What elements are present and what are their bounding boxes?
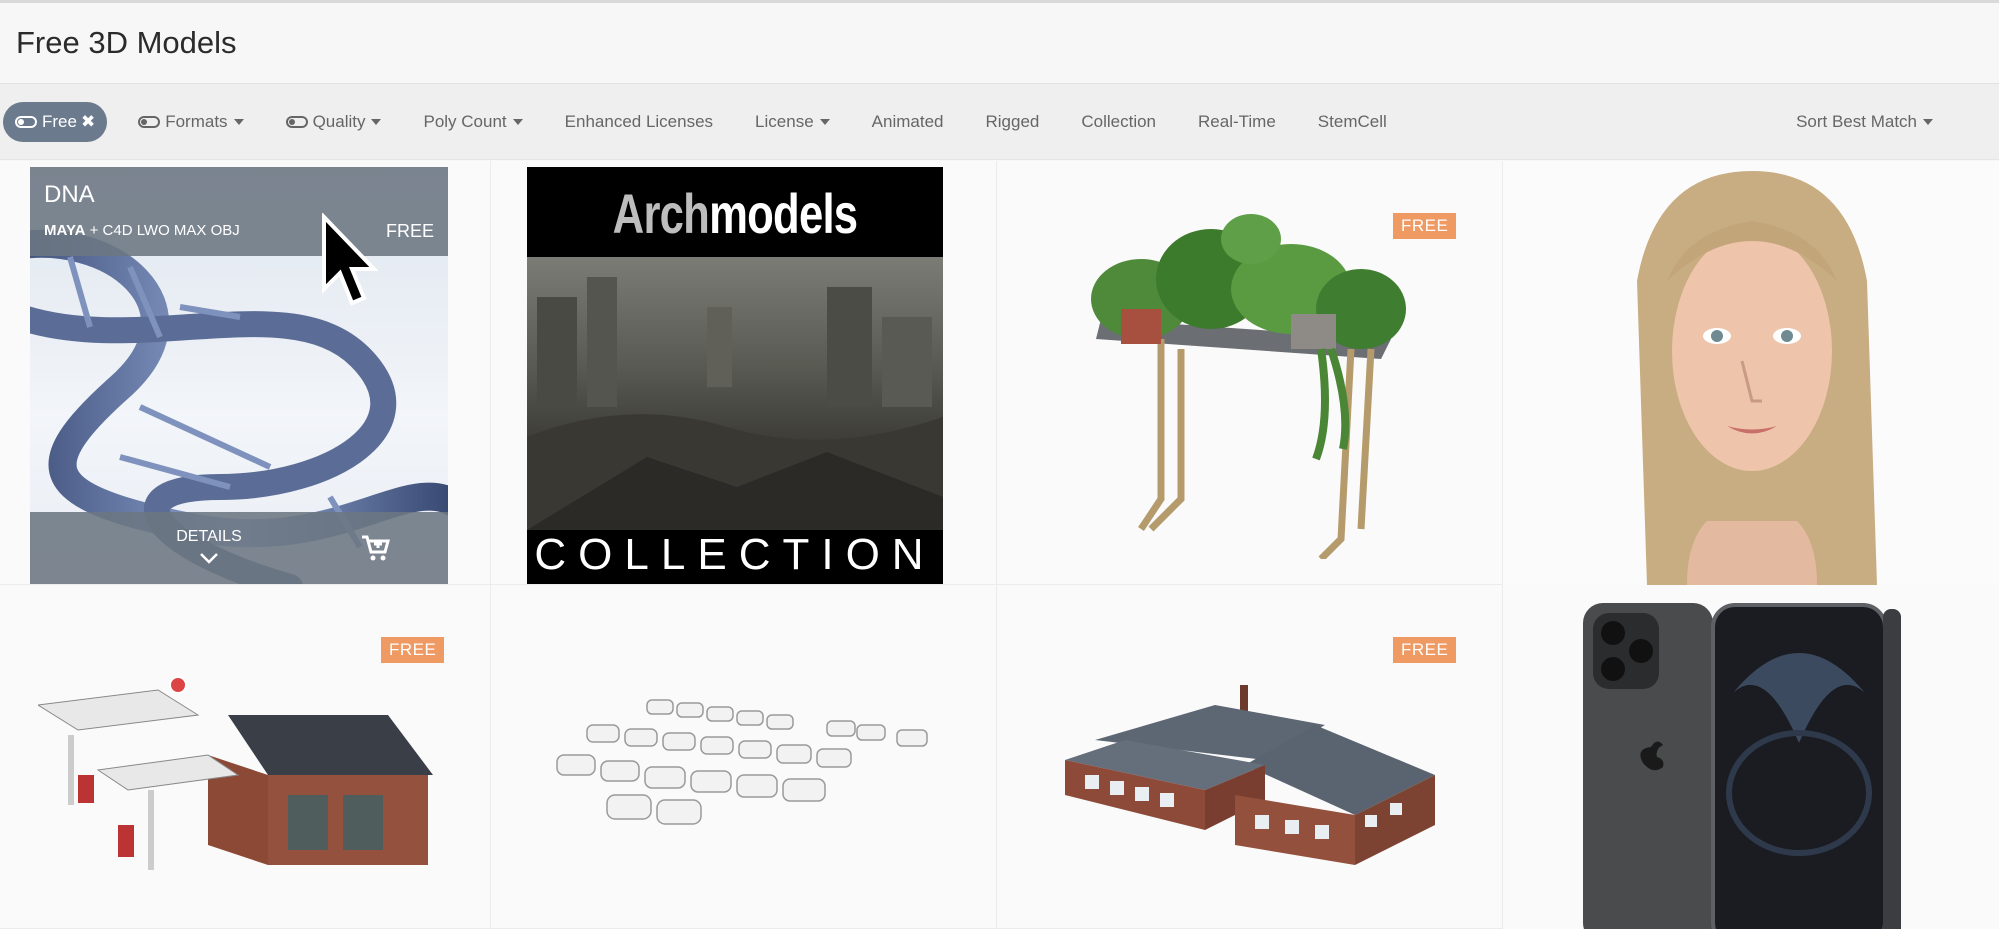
filter-real-time[interactable]: Real-Time (1177, 112, 1297, 132)
product-card-archmodels[interactable]: Archmodels vol. 165 COLLECTION (491, 161, 997, 585)
format-primary: MAYA (44, 222, 86, 239)
product-grid: DNA MAYA + C4D LWO MAX OBJ FREE DETAILS … (0, 161, 1999, 929)
filter-label: Enhanced Licenses (564, 111, 714, 131)
product-image-brick-house[interactable] (1065, 685, 1435, 885)
sort-dropdown[interactable]: Sort Best Match (1796, 84, 1933, 160)
page-title: Free 3D Models (16, 25, 237, 60)
caret-down-icon (819, 118, 830, 125)
filter-label: StemCell (1317, 111, 1387, 131)
free-badge: FREE (1393, 637, 1457, 663)
product-card-dna[interactable]: DNA MAYA + C4D LWO MAX OBJ FREE DETAILS (0, 161, 491, 585)
product-card-iphone[interactable] (1503, 585, 1999, 929)
filter-bar: Free ✖ Formats Quality Poly Count Enhanc… (0, 84, 1999, 160)
mouse-cursor-icon (322, 213, 378, 306)
filter-rigged[interactable]: Rigged (964, 112, 1060, 132)
cover-image-ruins (527, 257, 943, 530)
filter-chip-free[interactable]: Free ✖ (3, 101, 108, 142)
cover-subtitle: COLLECTION (534, 530, 936, 579)
product-image-plants[interactable] (1081, 199, 1431, 559)
product-card-brick-house[interactable]: FREE (997, 585, 1503, 929)
page-header: Free 3D Models (0, 3, 1999, 84)
toggle-icon (15, 115, 37, 128)
product-image-gas-station[interactable] (38, 675, 438, 895)
filter-quality[interactable]: Quality (265, 112, 403, 132)
caret-down-icon (1923, 119, 1933, 125)
filter-label: Quality (312, 111, 366, 131)
filter-label: Formats (165, 111, 228, 131)
filter-label: Collection (1081, 111, 1157, 131)
filter-poly-count[interactable]: Poly Count (402, 112, 543, 132)
filter-label: Poly Count (423, 111, 507, 131)
filter-label: Real-Time (1198, 111, 1276, 131)
add-to-cart-icon[interactable] (360, 534, 390, 562)
caret-down-icon (512, 118, 523, 125)
product-title[interactable]: DNA (44, 181, 95, 209)
filter-label: License (755, 111, 814, 131)
sort-label: Sort Best Match (1796, 112, 1917, 131)
card-actions-overlay: DETAILS (30, 512, 448, 584)
filter-collection[interactable]: Collection (1060, 112, 1177, 132)
toggle-icon (285, 115, 308, 128)
cover-title-prefix: Arch (612, 182, 710, 245)
free-badge: FREE (1393, 213, 1457, 239)
filter-formats[interactable]: Formats (117, 112, 264, 132)
caret-down-icon (371, 118, 382, 125)
product-image-archmodels[interactable]: Archmodels vol. 165 COLLECTION (527, 167, 943, 584)
card-info-overlay[interactable]: DNA MAYA + C4D LWO MAX OBJ FREE (30, 167, 448, 256)
product-formats: MAYA + C4D LWO MAX OBJ (44, 222, 240, 239)
product-card-plants[interactable]: FREE (997, 161, 1503, 585)
chevron-down-icon (200, 553, 218, 564)
product-image-iphone[interactable] (1583, 603, 1963, 929)
product-image-woman[interactable] (1547, 161, 1957, 585)
filter-enhanced-licenses[interactable]: Enhanced Licenses (544, 112, 734, 132)
price-label: FREE (385, 221, 434, 241)
formats-other: + C4D LWO MAX OBJ (89, 222, 240, 239)
filter-animated[interactable]: Animated (851, 112, 965, 132)
details-button[interactable]: DETAILS (176, 528, 242, 564)
filter-license[interactable]: License (734, 112, 851, 132)
close-icon[interactable]: ✖ (81, 112, 95, 132)
product-card-cars[interactable] (491, 585, 997, 929)
filter-chip-label: Free (42, 111, 77, 131)
details-label: DETAILS (176, 528, 242, 545)
product-card-gas-station[interactable]: FREE (0, 585, 491, 929)
caret-down-icon (233, 118, 244, 125)
filter-stemcell[interactable]: StemCell (1297, 112, 1408, 132)
filter-label: Animated (871, 111, 944, 131)
product-image-cars[interactable] (527, 695, 943, 825)
toggle-icon (138, 115, 161, 128)
product-card-woman[interactable] (1503, 161, 1999, 585)
free-badge: FREE (381, 637, 445, 663)
filter-label: Rigged (985, 111, 1040, 131)
